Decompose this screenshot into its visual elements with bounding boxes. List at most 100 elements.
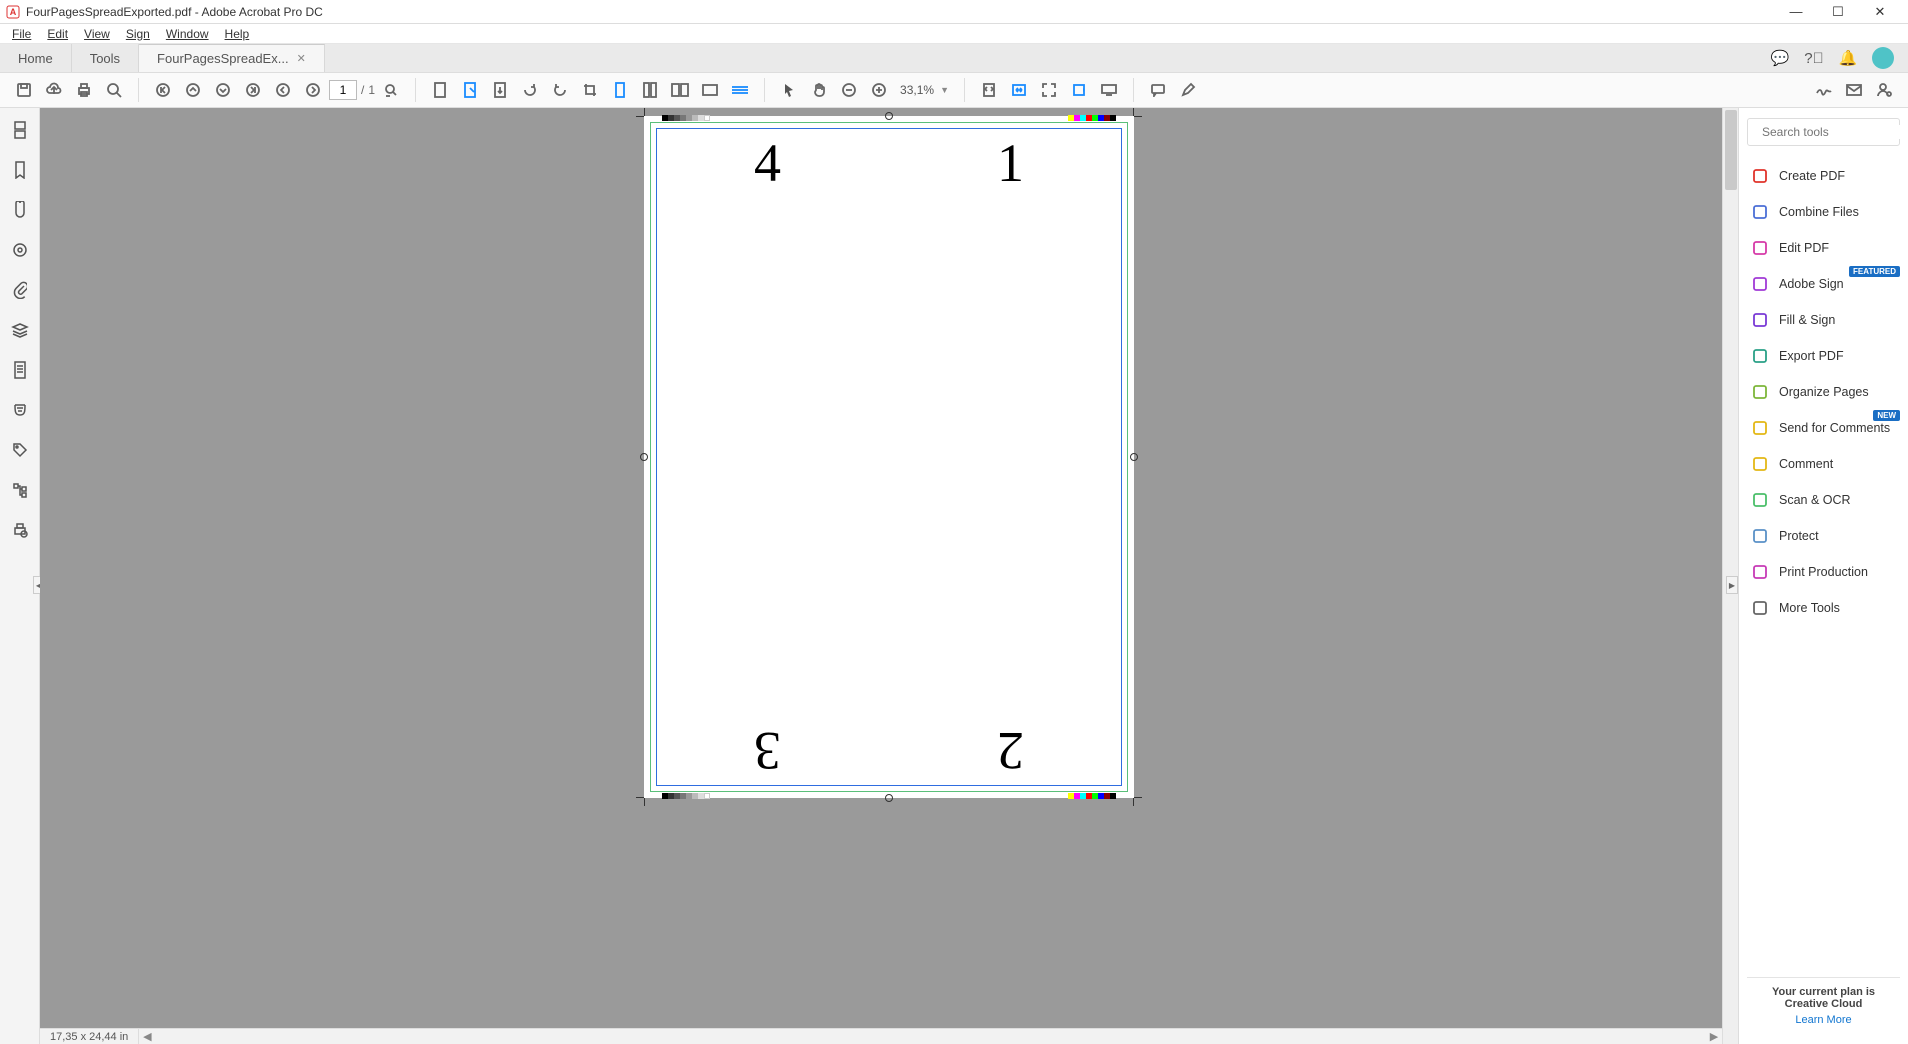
read-mode-icon[interactable] (696, 76, 724, 104)
comment-icon[interactable] (1144, 76, 1172, 104)
maximize-button[interactable]: ☐ (1826, 4, 1850, 20)
tool-item-create-pdf[interactable]: Create PDF (1747, 158, 1900, 194)
thumbnails-icon[interactable] (8, 118, 32, 142)
tool-item-adobe-sign[interactable]: Adobe SignFEATURED (1747, 266, 1900, 302)
tool-item-export-pdf[interactable]: Export PDF (1747, 338, 1900, 374)
prev-view-icon[interactable] (269, 76, 297, 104)
right-collapse-handle[interactable]: ▶ (1726, 576, 1738, 594)
tool-item-edit-pdf[interactable]: Edit PDF (1747, 230, 1900, 266)
zoom-in-icon[interactable] (865, 76, 893, 104)
last-page-icon[interactable] (239, 76, 267, 104)
tool-label: Send for Comments (1779, 421, 1890, 435)
user-settings-icon[interactable] (1870, 76, 1898, 104)
tool-label: Protect (1779, 529, 1819, 543)
menu-file[interactable]: File (6, 25, 37, 43)
page-thumbnail-icon[interactable] (426, 76, 454, 104)
tab-tools[interactable]: Tools (72, 44, 139, 72)
tags-icon[interactable] (8, 438, 32, 462)
preflight-icon[interactable] (8, 518, 32, 542)
hand-tool-icon[interactable] (805, 76, 833, 104)
page-current-field[interactable] (329, 80, 357, 100)
tool-item-more-tools[interactable]: More Tools (1747, 590, 1900, 626)
tool-item-organize-pages[interactable]: Organize Pages (1747, 374, 1900, 410)
email-icon[interactable] (1840, 76, 1868, 104)
title-bar: A FourPagesSpreadExported.pdf - Adobe Ac… (0, 0, 1908, 24)
fit-page-icon[interactable] (975, 76, 1003, 104)
search-icon[interactable] (100, 76, 128, 104)
avatar[interactable] (1872, 47, 1894, 69)
minimize-button[interactable]: — (1784, 4, 1808, 20)
menu-help[interactable]: Help (219, 25, 256, 43)
crop-icon[interactable] (576, 76, 604, 104)
fit-width-icon[interactable] (1005, 76, 1033, 104)
page-up-icon[interactable] (179, 76, 207, 104)
tools-search-input[interactable] (1762, 125, 1908, 139)
fit-visible-icon[interactable] (1065, 76, 1093, 104)
save-icon[interactable] (10, 76, 38, 104)
help-icon[interactable]: ?⃝ (1804, 48, 1824, 68)
tool-label: Organize Pages (1779, 385, 1869, 399)
ruler-icon[interactable] (726, 76, 754, 104)
highlight-icon[interactable] (1174, 76, 1202, 104)
signature-icon[interactable] (1810, 76, 1838, 104)
export-icon[interactable] (486, 76, 514, 104)
document-viewport[interactable]: 4 1 3 2 ▶ 17,35 x 24,44 in ◀ ▶ (40, 108, 1738, 1044)
tool-icon (1751, 419, 1769, 437)
bookmark-icon[interactable] (8, 158, 32, 182)
close-button[interactable]: ✕ (1868, 4, 1892, 20)
menu-view[interactable]: View (78, 25, 116, 43)
tab-document[interactable]: FourPagesSpreadEx...✕ (139, 44, 325, 72)
tool-label: Fill & Sign (1779, 313, 1835, 327)
tab-home[interactable]: Home (0, 44, 72, 72)
find-icon[interactable] (377, 76, 405, 104)
select-tool-icon[interactable] (456, 76, 484, 104)
tool-item-combine-files[interactable]: Combine Files (1747, 194, 1900, 230)
chat-icon[interactable]: 💬 (1770, 48, 1790, 68)
fullscreen-icon[interactable] (1035, 76, 1063, 104)
learn-more-link[interactable]: Learn More (1751, 1014, 1896, 1026)
tool-icon (1751, 563, 1769, 581)
scrolling-icon[interactable] (636, 76, 664, 104)
menu-edit[interactable]: Edit (41, 25, 74, 43)
zoom-out-icon[interactable] (835, 76, 863, 104)
zoom-level[interactable]: 33,1%▼ (895, 82, 954, 98)
tool-item-fill-sign[interactable]: Fill & Sign (1747, 302, 1900, 338)
two-page-icon[interactable] (666, 76, 694, 104)
tool-item-comment[interactable]: Comment (1747, 446, 1900, 482)
first-page-icon[interactable] (149, 76, 177, 104)
cloud-icon[interactable] (40, 76, 68, 104)
structure-icon[interactable] (8, 478, 32, 502)
next-view-icon[interactable] (299, 76, 327, 104)
destinations-icon[interactable] (8, 238, 32, 262)
tool-item-protect[interactable]: Protect (1747, 518, 1900, 554)
registration-mark (1130, 453, 1138, 461)
badge-featured: FEATURED (1849, 266, 1900, 277)
arrow-tool-icon[interactable] (775, 76, 803, 104)
scroll-right-icon[interactable]: ▶ (1706, 1030, 1722, 1043)
menu-sign[interactable]: Sign (120, 25, 156, 43)
tools-search[interactable] (1747, 118, 1900, 146)
page-down-icon[interactable] (209, 76, 237, 104)
tool-item-scan-ocr[interactable]: Scan & OCR (1747, 482, 1900, 518)
tool-item-print-production[interactable]: Print Production (1747, 554, 1900, 590)
tool-icon (1751, 491, 1769, 509)
app-icon: A (6, 5, 20, 19)
rotate-cw-icon[interactable] (516, 76, 544, 104)
tab-close-icon[interactable]: ✕ (297, 52, 306, 65)
presentation-icon[interactable] (1095, 76, 1123, 104)
bell-icon[interactable]: 🔔 (1838, 48, 1858, 68)
tool-label: Create PDF (1779, 169, 1845, 183)
content-icon[interactable] (8, 358, 32, 382)
page-number-input[interactable]: / 1 (329, 80, 375, 100)
articles-icon[interactable] (8, 198, 32, 222)
document-page: 4 1 3 2 (644, 116, 1134, 798)
layers-icon[interactable] (8, 318, 32, 342)
rotate-ccw-icon[interactable] (546, 76, 574, 104)
single-page-icon[interactable] (606, 76, 634, 104)
menu-window[interactable]: Window (160, 25, 215, 43)
attachments-icon[interactable] (8, 278, 32, 302)
output-preview-icon[interactable] (8, 398, 32, 422)
tool-item-send-for-comments[interactable]: Send for CommentsNEW (1747, 410, 1900, 446)
print-icon[interactable] (70, 76, 98, 104)
scroll-left-icon[interactable]: ◀ (139, 1030, 155, 1043)
